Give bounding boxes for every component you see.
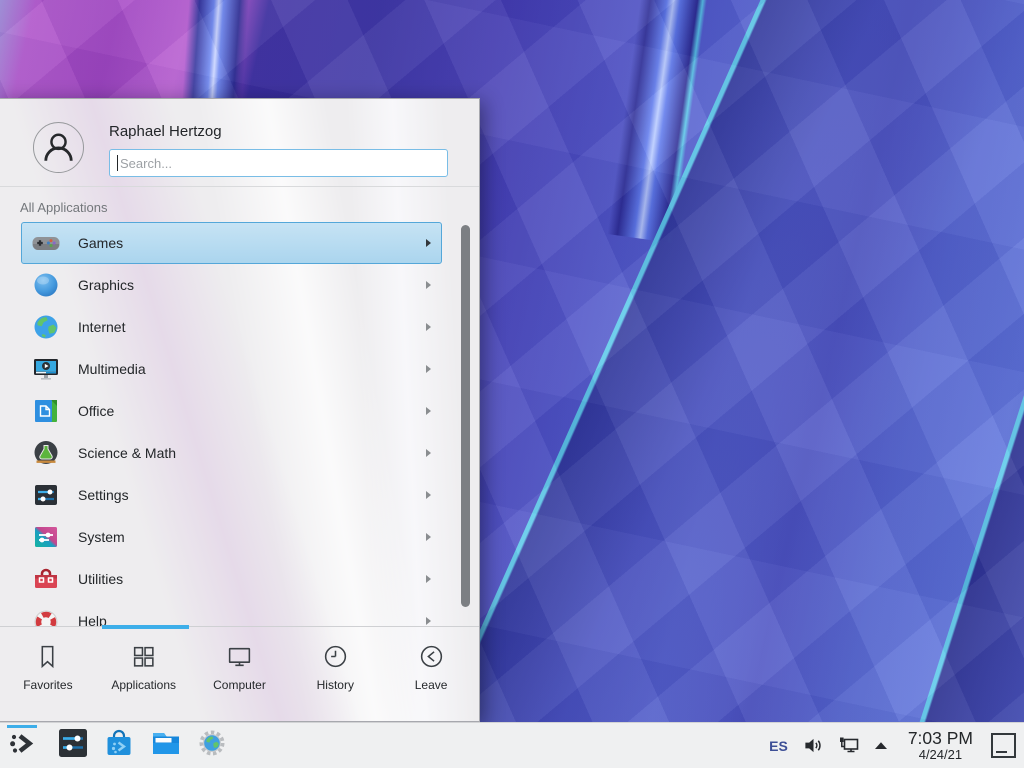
category-graphics[interactable]: Graphics — [21, 264, 442, 306]
category-science-math[interactable]: Science & Math — [21, 432, 442, 474]
file-manager-button[interactable] — [150, 723, 182, 768]
submenu-arrow-icon — [426, 407, 431, 415]
submenu-arrow-icon — [426, 449, 431, 457]
clock-date: 4/24/21 — [908, 748, 973, 761]
kde-kickoff-icon — [9, 730, 36, 762]
globe-gear-icon — [198, 729, 226, 762]
category-games[interactable]: Games — [21, 222, 442, 264]
document-icon — [32, 397, 60, 425]
tab-label: Leave — [415, 678, 448, 692]
tab-favorites[interactable]: Favorites — [0, 627, 96, 721]
category-office[interactable]: Office — [21, 390, 442, 432]
web-browser-button[interactable] — [198, 723, 226, 768]
category-multimedia[interactable]: Multimedia — [21, 348, 442, 390]
submenu-arrow-icon — [426, 575, 431, 583]
category-list: Games Graphics — [0, 219, 479, 626]
category-label: Utilities — [78, 571, 123, 587]
search-box[interactable] — [109, 149, 448, 177]
keyboard-layout-indicator[interactable]: ES — [769, 738, 788, 754]
user-name: Raphael Hertzog — [109, 123, 448, 140]
desktop: Raphael Hertzog All Applications — [0, 0, 1024, 768]
tab-label: History — [317, 678, 354, 692]
submenu-arrow-icon — [426, 281, 431, 289]
application-launcher-button[interactable] — [7, 723, 37, 768]
section-label: All Applications — [0, 187, 479, 219]
system-tray: ES 7:03 — [769, 730, 1016, 761]
submenu-arrow-icon — [426, 239, 431, 247]
submenu-arrow-icon — [426, 533, 431, 541]
category-label: System — [78, 529, 125, 545]
submenu-arrow-icon — [426, 365, 431, 373]
sliders-dark-icon — [32, 481, 60, 509]
category-label: Internet — [78, 319, 125, 335]
flask-icon — [32, 439, 60, 467]
app-grid-icon — [130, 643, 157, 670]
submenu-arrow-icon — [426, 617, 431, 625]
category-system[interactable]: System — [21, 516, 442, 558]
paint-sphere-icon — [32, 271, 60, 299]
shopping-bag-icon — [104, 728, 134, 763]
launcher-tab-bar: Favorites Applications — [0, 626, 479, 721]
clock-icon — [322, 643, 349, 670]
expand-tray-caret-icon[interactable] — [874, 741, 888, 750]
category-label: Settings — [78, 487, 129, 503]
lifesaver-icon — [32, 607, 60, 626]
tab-computer[interactable]: Computer — [192, 627, 288, 721]
category-label: Office — [78, 403, 114, 419]
category-label: Science & Math — [78, 445, 176, 461]
toolbox-icon — [32, 565, 60, 593]
active-task-indicator — [7, 725, 37, 728]
launcher-header: Raphael Hertzog — [0, 99, 479, 187]
sliders-color-icon — [32, 523, 60, 551]
tab-history[interactable]: History — [287, 627, 383, 721]
user-avatar[interactable] — [33, 122, 84, 173]
application-launcher-popup: Raphael Hertzog All Applications — [0, 98, 480, 722]
volume-icon[interactable] — [803, 735, 824, 756]
leave-circle-icon — [418, 643, 445, 670]
user-avatar-icon — [34, 122, 83, 173]
category-label: Graphics — [78, 277, 134, 293]
category-label: Games — [78, 235, 123, 251]
globe-icon — [32, 313, 60, 341]
category-help[interactable]: Help — [21, 600, 442, 626]
blue-folder-icon — [150, 727, 182, 764]
media-player-icon — [32, 355, 60, 383]
digital-clock[interactable]: 7:03 PM 4/24/21 — [908, 730, 973, 761]
show-desktop-button[interactable] — [991, 733, 1016, 758]
gamepad-icon — [32, 229, 60, 257]
category-settings[interactable]: Settings — [21, 474, 442, 516]
submenu-arrow-icon — [426, 323, 431, 331]
monitor-icon — [226, 643, 253, 670]
category-internet[interactable]: Internet — [21, 306, 442, 348]
discover-button[interactable] — [104, 723, 134, 768]
submenu-arrow-icon — [426, 491, 431, 499]
network-icon[interactable] — [838, 735, 860, 757]
system-settings-button[interactable] — [58, 723, 88, 768]
taskbar-panel: ES 7:03 — [0, 722, 1024, 768]
active-tab-indicator — [102, 625, 189, 629]
bookmark-icon — [34, 643, 61, 670]
settings-sliders-icon — [58, 728, 88, 763]
category-utilities[interactable]: Utilities — [21, 558, 442, 600]
tab-label: Applications — [111, 678, 176, 692]
tab-label: Computer — [213, 678, 266, 692]
search-input[interactable] — [118, 150, 447, 176]
tab-leave[interactable]: Leave — [383, 627, 479, 721]
tab-label: Favorites — [23, 678, 72, 692]
category-label: Multimedia — [78, 361, 146, 377]
clock-time: 7:03 PM — [908, 730, 973, 748]
scrollbar[interactable] — [461, 225, 470, 607]
tab-applications[interactable]: Applications — [96, 627, 192, 721]
